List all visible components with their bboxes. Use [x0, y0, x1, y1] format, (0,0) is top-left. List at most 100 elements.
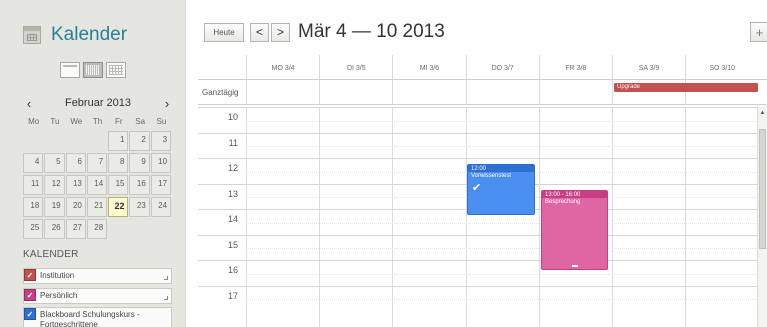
view-switcher [60, 62, 126, 78]
mini-day-cell[interactable]: 27 [65, 219, 86, 239]
mini-day-cell[interactable]: 9 [129, 153, 150, 173]
hour-label: 17 [227, 290, 238, 301]
hour-row[interactable]: 17 [198, 285, 757, 312]
mini-day-cell[interactable]: 1 [108, 131, 129, 151]
day-column-header[interactable]: FR 3/8 [538, 55, 612, 79]
next-month-button[interactable]: › [161, 96, 173, 111]
week-view-button[interactable] [83, 62, 103, 78]
day-column-header[interactable]: MO 3/4 [246, 55, 319, 79]
checkbox-checked-icon[interactable]: ✓ [24, 308, 36, 320]
hour-row[interactable]: 15 [198, 234, 757, 261]
today-button[interactable]: Heute [204, 22, 244, 42]
mini-day-cell[interactable]: 5 [44, 153, 65, 173]
mini-day-empty [151, 219, 172, 241]
month-view-button[interactable] [106, 62, 126, 78]
mini-calendar-weekdays: Mo Tu We Th Fr Sa Su [23, 117, 172, 126]
mini-day-cell[interactable]: 6 [65, 153, 86, 173]
allday-cell[interactable] [319, 80, 392, 104]
month-view-icon [109, 65, 123, 75]
hour-row[interactable]: 10 [198, 107, 757, 133]
mini-day-cell[interactable]: 8 [108, 153, 129, 173]
mini-calendar-grid: 1 2 3 4 5 6 7 8 9 10 11 12 13 14 15 16 17 18 19 20 21 22 23 24 2… [23, 131, 172, 241]
half-hour-line [246, 273, 757, 275]
hour-label: 16 [227, 265, 238, 275]
hour-label: 14 [227, 214, 238, 224]
mini-day-cell[interactable]: 13 [65, 175, 86, 195]
day-column-headers: MO 3/4 DI 3/5 MI 3/6 DO 3/7 FR 3/8 SA 3/9 SO 3… [246, 55, 758, 79]
mini-day-cell[interactable]: 12 [44, 175, 65, 195]
calendar-item-institution[interactable]: ✓ Institution [23, 268, 172, 284]
day-view-icon [63, 65, 77, 75]
checkbox-checked-icon[interactable]: ✓ [24, 289, 36, 301]
mini-day-cell[interactable]: 3 [150, 131, 172, 151]
allday-cell[interactable] [392, 80, 465, 104]
weekday-label: We [70, 117, 83, 126]
mini-day-cell[interactable]: 22 [108, 197, 129, 217]
allday-cell[interactable] [246, 80, 319, 104]
mini-day-cell[interactable]: 17 [150, 175, 172, 195]
scroll-up-icon[interactable]: ▲ [758, 110, 767, 116]
event-text: 13:00 - 16:00 Besprechung [545, 192, 604, 206]
half-hour-line [246, 299, 757, 300]
hour-label: 15 [227, 239, 238, 250]
calendar-item-blackboard[interactable]: ✓ Blackboard Schulungskurs - Fortgeschri… [23, 307, 172, 327]
mini-day-cell[interactable]: 20 [65, 197, 86, 217]
calendar-item-personal[interactable]: ✓ Persönlich [23, 288, 172, 304]
allday-cell[interactable] [465, 80, 539, 104]
event-vorwissenstest[interactable]: 12:00 Vorwissenstest ✔ [467, 164, 535, 215]
mini-day-cell[interactable]: 21 [86, 197, 108, 217]
mini-day-empty [108, 219, 129, 241]
mini-day-cell[interactable]: 10 [150, 153, 172, 173]
main-calendar: Heute < > Mär 4 — 10 2013 + MO 3/4 DI 3/5… [198, 0, 767, 327]
mini-day-empty [87, 131, 108, 153]
checkbox-checked-icon[interactable]: ✓ [24, 269, 36, 281]
resize-handle-icon[interactable] [572, 265, 578, 267]
resize-grip-icon [164, 276, 168, 280]
calendars-section-label: KALENDER [23, 249, 79, 260]
mini-day-cell[interactable]: 24 [150, 197, 172, 217]
hour-label: 12 [227, 163, 238, 173]
mini-day-cell[interactable]: 7 [86, 153, 108, 173]
mini-month-label: Februar 2013 [64, 97, 132, 109]
mini-day-cell[interactable]: 4 [23, 153, 44, 173]
hour-label: 10 [227, 112, 238, 122]
mini-day-cell[interactable]: 25 [23, 219, 44, 239]
mini-day-cell[interactable]: 23 [129, 197, 150, 217]
day-view-button[interactable] [60, 62, 80, 78]
prev-month-button[interactable]: ‹ [23, 96, 35, 111]
day-column-header[interactable]: SO 3/10 [685, 55, 758, 79]
weekday-label: Th [92, 117, 103, 126]
event-besprechung[interactable]: 13:00 - 16:00 Besprechung [541, 190, 608, 270]
event-text: 12:00 Vorwissenstest [471, 166, 531, 180]
hour-row[interactable]: 16 [198, 260, 757, 286]
weekday-label: Fr [115, 117, 123, 126]
mini-day-cell[interactable]: 19 [44, 197, 65, 217]
day-column-header[interactable]: DO 3/7 [465, 55, 539, 79]
mini-day-cell[interactable]: 26 [44, 219, 65, 239]
day-column-header[interactable]: DI 3/5 [319, 55, 392, 79]
vertical-scrollbar[interactable]: ▲ [757, 107, 767, 327]
mini-day-cell[interactable]: 18 [23, 197, 44, 217]
allday-label: Ganztägig [202, 88, 239, 97]
prev-week-button[interactable]: < [250, 22, 269, 42]
event-upgrade[interactable]: Upgrade [614, 83, 758, 92]
add-event-button[interactable]: + [750, 22, 767, 42]
day-column-header[interactable]: MI 3/6 [392, 55, 465, 79]
mini-day-empty [44, 131, 65, 153]
date-range-title: Mär 4 — 10 2013 [298, 21, 445, 42]
scrollbar-thumb[interactable] [759, 129, 766, 249]
half-hour-line [246, 120, 757, 122]
mini-day-cell[interactable]: 2 [129, 131, 150, 151]
mini-day-cell[interactable]: 14 [86, 175, 108, 195]
mini-day-cell[interactable]: 11 [23, 175, 44, 195]
mini-day-cell[interactable]: 15 [108, 175, 129, 195]
allday-cell[interactable] [538, 80, 612, 104]
next-week-button[interactable]: > [271, 22, 290, 42]
weekday-label: Tu [50, 117, 60, 126]
calendar-item-label: Blackboard Schulungskurs - Fortgeschritt… [40, 310, 140, 327]
mini-day-cell[interactable]: 28 [86, 219, 108, 239]
hour-row[interactable]: 11 [198, 132, 757, 159]
calendar-item-label: Institution [40, 271, 75, 280]
day-column-header[interactable]: SA 3/9 [611, 55, 685, 79]
mini-day-cell[interactable]: 16 [129, 175, 150, 195]
